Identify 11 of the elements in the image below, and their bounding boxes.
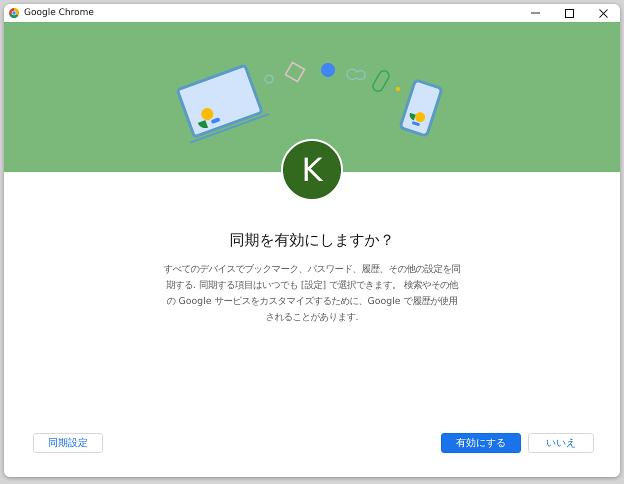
description-text: すべてのデバイスでブックマーク、パスワード、履歴、その他の設定を同期する. 同期する項目はいつでも [設定] で選択できます。 検索やその他の Google サービスをカスタマイズするために、Google で履歴が使用されることがあります. bbox=[162, 263, 462, 325]
maximize-icon[interactable] bbox=[564, 8, 574, 18]
close-icon[interactable] bbox=[598, 8, 608, 18]
avatar: K bbox=[281, 139, 343, 201]
primary-button[interactable]: 有効にする bbox=[441, 433, 521, 453]
minimize-icon[interactable] bbox=[530, 12, 540, 14]
window-title: Google Chrome bbox=[24, 8, 95, 18]
dialog-heading: 同期を有効にしますか？ bbox=[228, 231, 396, 250]
secondary-button[interactable]: いいえ bbox=[528, 433, 594, 453]
chrome-logo-icon bbox=[9, 8, 19, 18]
secondary-button[interactable]: 同期設定 bbox=[33, 433, 103, 453]
